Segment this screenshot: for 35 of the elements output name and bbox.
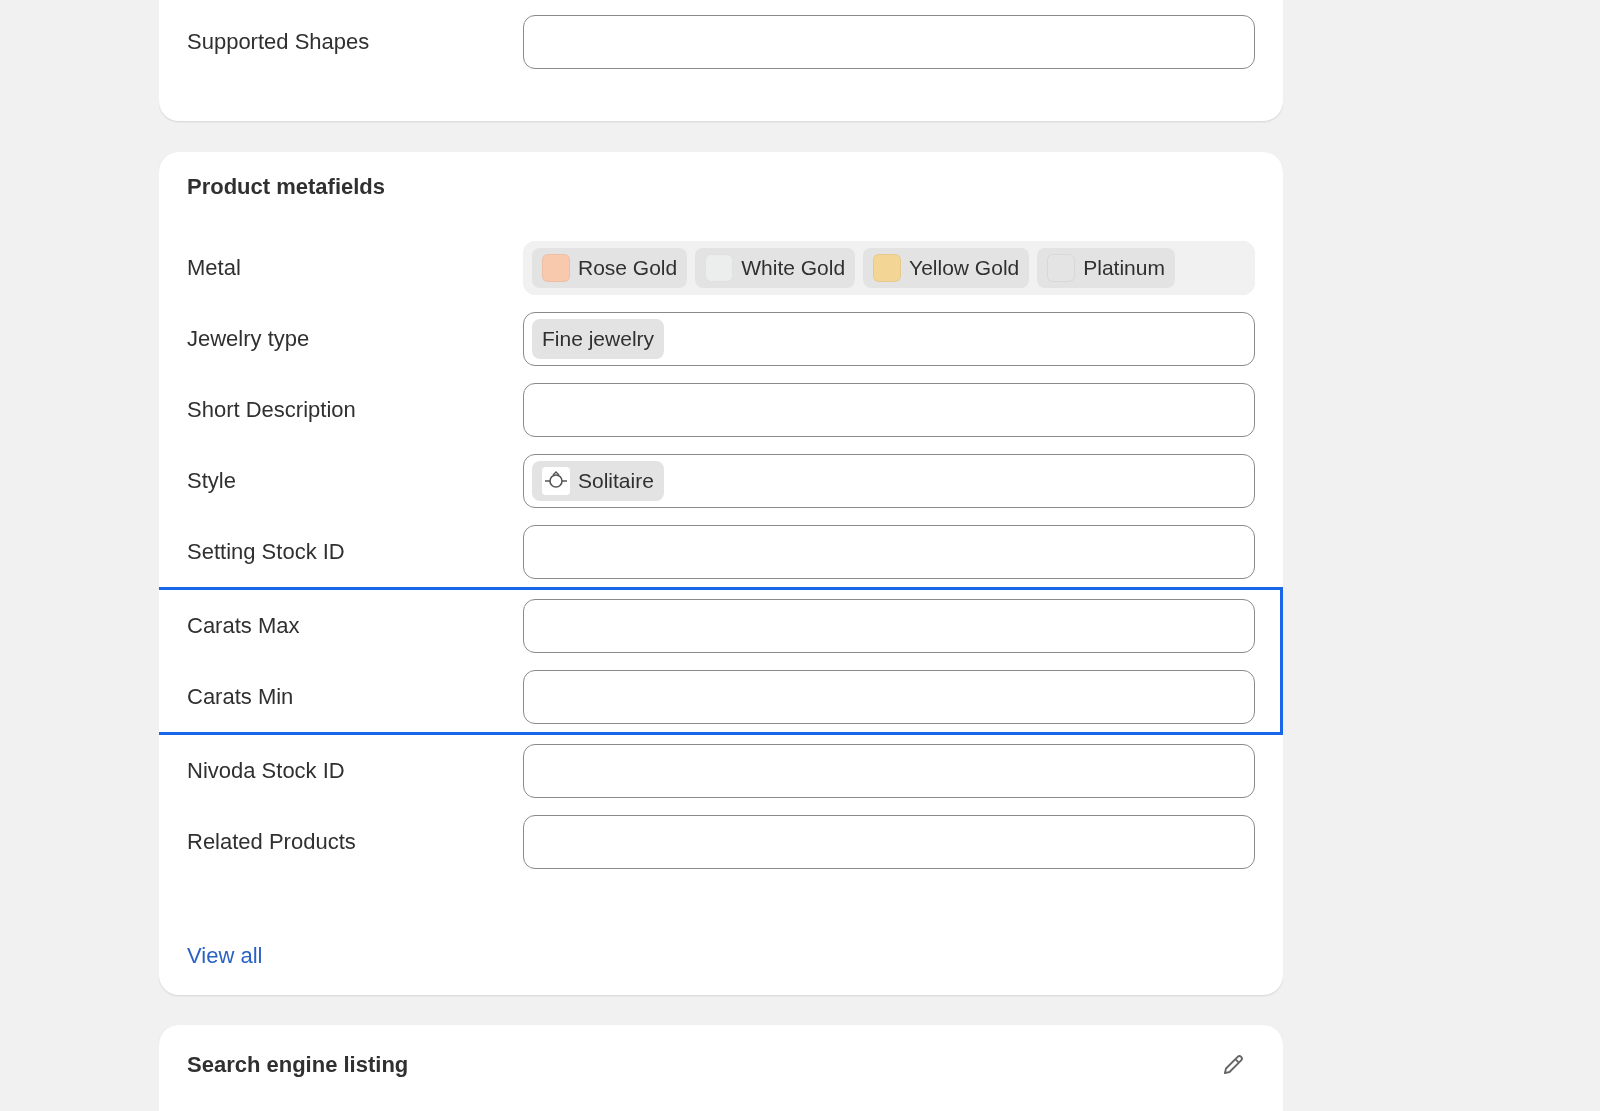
chip-label: Yellow Gold xyxy=(909,255,1020,280)
input-field[interactable]: Fine jewelry xyxy=(523,311,1255,366)
tag-chip[interactable]: Yellow Gold xyxy=(863,247,1030,288)
field-label: Jewelry type xyxy=(187,325,311,352)
input-field[interactable] xyxy=(523,14,1255,69)
input-field[interactable] xyxy=(523,669,1255,724)
card-title: Search engine listing xyxy=(187,1052,409,1078)
input-field[interactable]: Solitaire xyxy=(523,453,1255,508)
field-label: Metal xyxy=(187,254,242,281)
tag-chip[interactable]: White Gold xyxy=(695,247,856,288)
view-all-link[interactable]: View all xyxy=(187,943,263,969)
tag-chip[interactable]: Solitaire xyxy=(532,460,664,501)
input-field[interactable] xyxy=(523,814,1255,869)
chip-label: White Gold xyxy=(741,255,846,280)
field-label: Supported Shapes xyxy=(187,28,371,55)
chip-label: Rose Gold xyxy=(578,255,678,280)
tag-chip[interactable]: Fine jewelry xyxy=(532,318,665,359)
chip-label: Solitaire xyxy=(578,468,654,493)
input-field[interactable] xyxy=(523,524,1255,579)
input-field[interactable] xyxy=(523,598,1255,653)
field-label: Carats Max xyxy=(187,612,301,639)
field-label: Related Products xyxy=(187,828,357,855)
card-title: Product metafields xyxy=(187,174,387,200)
field-label: Setting Stock ID xyxy=(187,538,346,565)
input-field[interactable] xyxy=(523,743,1255,798)
field-label: Style xyxy=(187,467,237,494)
field-label: Nivoda Stock ID xyxy=(187,757,346,784)
input-field[interactable]: Rose Gold White Gold Yellow Gold Platinum xyxy=(523,240,1255,295)
tag-chip[interactable]: Rose Gold xyxy=(532,247,688,288)
field-label: Carats Min xyxy=(187,683,295,710)
chip-label: Platinum xyxy=(1083,255,1165,280)
ring-icon xyxy=(542,466,570,495)
tag-chip[interactable]: Platinum xyxy=(1037,247,1175,288)
field-label: Short Description xyxy=(187,396,357,423)
input-field[interactable] xyxy=(523,382,1255,437)
